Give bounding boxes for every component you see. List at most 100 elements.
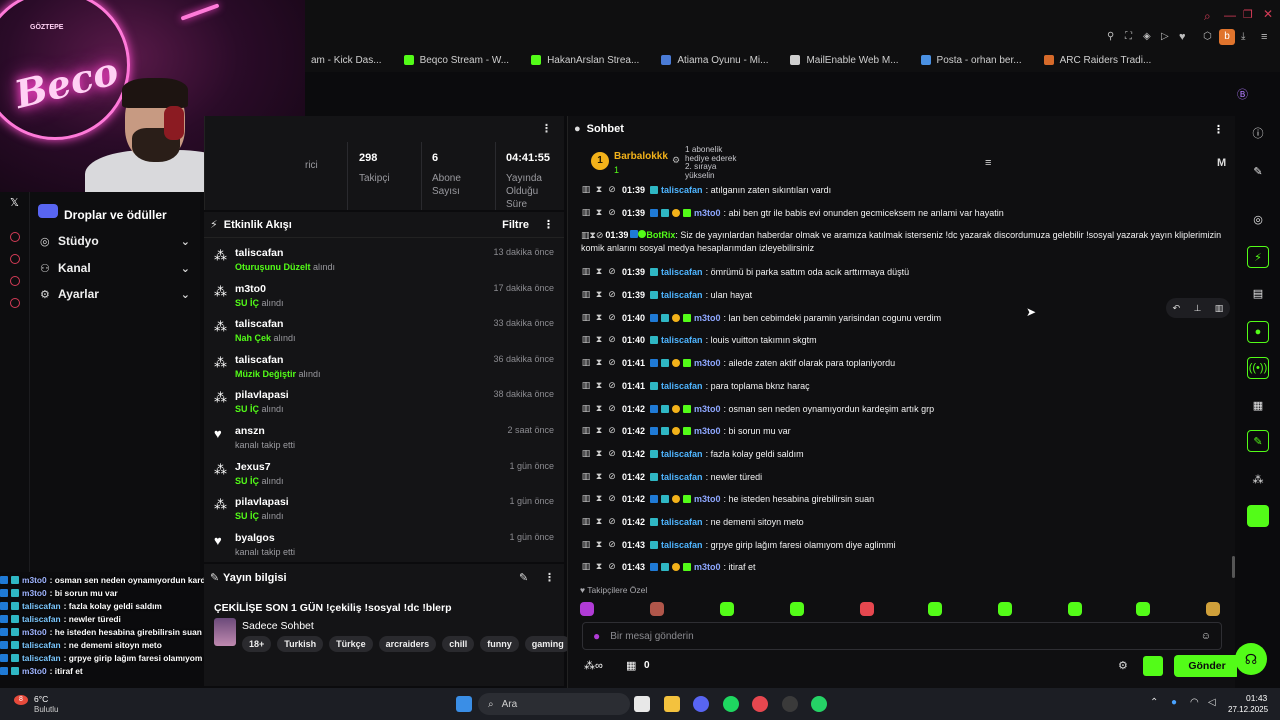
timeout-icon[interactable]: ⧗ <box>594 448 604 459</box>
feed-item[interactable]: ⁂ Jexus7 SU İÇ alındı 1 gün önce <box>214 458 554 494</box>
delete-icon[interactable]: ▥ <box>581 357 591 368</box>
tag-pill[interactable]: arcraiders <box>378 636 437 652</box>
message-user[interactable]: m3to0 <box>694 426 721 436</box>
send-button[interactable]: Gönder <box>1174 655 1240 677</box>
discord-icon[interactable] <box>693 696 709 712</box>
feed-item[interactable]: ⁂ pilavlapasi SU İÇ alındı 1 gün önce <box>214 493 554 529</box>
notes-icon[interactable]: ▤ <box>1247 282 1269 304</box>
timeout-icon[interactable]: ⧗ <box>594 380 604 391</box>
delete-icon[interactable]: ▥ <box>581 561 591 572</box>
more-icon[interactable]: ⋮ <box>1213 123 1224 136</box>
ban-icon[interactable]: ⊘ <box>607 357 617 368</box>
heart-icon[interactable]: ♥ <box>1179 31 1186 43</box>
taskview-icon[interactable] <box>634 696 650 712</box>
message-user[interactable]: m3to0 <box>694 313 721 323</box>
chat-message[interactable]: ▥ ⧗ ⊘ 01:39 m3to0: abi ben gtr ile babis evi… <box>581 207 1226 218</box>
points-icon[interactable]: ⁂∞ <box>584 659 603 672</box>
start-icon[interactable] <box>456 696 472 712</box>
delete-icon[interactable]: ▥ <box>1215 303 1224 314</box>
more-icon[interactable]: ⋮ <box>543 218 554 231</box>
store-icon[interactable]: ▦ <box>626 659 636 672</box>
search-icon[interactable]: ⌕ <box>1204 9 1211 24</box>
emote-icon[interactable] <box>1206 602 1220 616</box>
chat-scrollbar[interactable] <box>1232 556 1235 578</box>
camera-icon[interactable]: ◎ <box>1247 208 1269 230</box>
delete-icon[interactable]: ▥ <box>581 334 591 345</box>
delete-icon[interactable]: ▥ <box>581 230 590 240</box>
emote-icon[interactable] <box>1136 602 1150 616</box>
delete-icon[interactable]: ▥ <box>581 207 591 218</box>
timeout-icon[interactable]: ⧗ <box>594 493 604 504</box>
emoji-icon[interactable]: ☺ <box>1201 631 1211 642</box>
info-icon[interactable]: ⓘ <box>1247 122 1269 144</box>
menu-icon[interactable]: ≡ <box>1261 31 1267 43</box>
message-user[interactable]: taliscafan <box>661 472 703 482</box>
more-icon[interactable]: ⋮ <box>541 122 552 135</box>
timeout-icon[interactable]: ⧗ <box>594 289 604 300</box>
wrench-icon[interactable]: ✎ <box>1247 430 1269 452</box>
feed-item[interactable]: ⁂ m3to0 SU İÇ alındı 17 dakika önce <box>214 280 554 316</box>
pinned-gift-banner[interactable]: 1 Barbalokkk 1 ⚙ 1 abonelik hediye ederek… <box>588 145 1228 182</box>
sidebar-item-channel[interactable]: ⚇ Kanal ⌄ <box>40 257 190 279</box>
rail-home-icon[interactable] <box>10 232 20 242</box>
explorer-icon[interactable] <box>664 696 680 712</box>
feed-item[interactable]: ♥ anszn kanalı takip etti 2 saat önce <box>214 422 554 458</box>
delete-icon[interactable]: ▥ <box>581 266 591 277</box>
chat-message[interactable]: ▥ ⧗ ⊘ 01:43 m3to0: itiraf et <box>581 561 1226 572</box>
ban-icon[interactable]: ⊘ <box>607 207 617 218</box>
ban-icon[interactable]: ⊘ <box>607 403 617 414</box>
chat-input[interactable]: ● Bir mesaj gönderin ☺ <box>582 622 1222 650</box>
rail-history-icon[interactable] <box>10 254 20 264</box>
ban-icon[interactable]: ⊘ <box>607 334 617 345</box>
obs-icon[interactable] <box>782 696 798 712</box>
tag-pill[interactable]: Turkish <box>277 636 324 652</box>
ban-icon[interactable]: ⊘ <box>607 184 617 195</box>
emote-icon[interactable] <box>1068 602 1082 616</box>
more-icon[interactable]: ⋮ <box>544 571 555 584</box>
whatsapp-icon[interactable] <box>811 696 827 712</box>
close-icon[interactable]: ✕ <box>1263 7 1273 21</box>
chat-message[interactable]: ▥ ⧗ ⊘ 01:42 taliscafan: newler türedi <box>581 471 1226 482</box>
message-user[interactable]: taliscafan <box>661 540 703 550</box>
timeout-icon[interactable]: ⧗ <box>594 207 604 218</box>
timeout-icon[interactable]: ⧗ <box>594 516 604 527</box>
extensions-icon[interactable]: ⬡ <box>1203 31 1212 42</box>
feed-item[interactable]: ♥ byalgos kanalı takip etti 1 gün önce <box>214 529 554 562</box>
filter-button[interactable]: Filtre <box>502 219 529 231</box>
delete-icon[interactable]: ▥ <box>581 380 591 391</box>
ban-icon[interactable]: ⊘ <box>607 539 617 550</box>
bookmark-item[interactable]: am - Kick Das... <box>295 55 382 66</box>
bookmark-item[interactable]: Posta - orhan ber... <box>920 55 1022 66</box>
download-icon[interactable]: ⤓ <box>1241 31 1245 42</box>
delete-icon[interactable]: ▥ <box>581 425 591 436</box>
spotify-icon[interactable] <box>723 696 739 712</box>
chat-message[interactable]: ▥ ⧗ ⊘ 01:42 m3to0: he isteden hesabina gireb… <box>581 493 1226 504</box>
tray-arrow-icon[interactable]: ⌃ <box>1150 697 1158 708</box>
bookmark-item[interactable]: HakanArslan Strea... <box>531 55 639 66</box>
edit-icon[interactable]: ✎ <box>519 571 528 584</box>
ban-icon[interactable]: ⊘ <box>607 493 617 504</box>
timeout-icon[interactable]: ⧗ <box>594 184 604 195</box>
layout-icon[interactable]: ▦ <box>1247 394 1269 416</box>
tag-pill[interactable]: chill <box>442 636 475 652</box>
message-user[interactable]: m3to0 <box>694 494 721 504</box>
chat-message[interactable]: ▥ ⧗ ⊘ 01:41 taliscafan: para toplama bknz ha… <box>581 380 1226 391</box>
chat-message[interactable]: ▥ ⧗ ⊘ 01:41 m3to0: ailede zaten aktif olarak… <box>581 357 1226 368</box>
timeout-icon[interactable]: ⧗ <box>594 334 604 345</box>
tag-pill[interactable]: Türkçe <box>329 636 373 652</box>
bookmark-icon[interactable]: ⚲ <box>1107 31 1114 42</box>
sidebar-item-settings[interactable]: ⚙ Ayarlar ⌄ <box>40 283 190 305</box>
timeout-icon[interactable]: ⧗ <box>594 403 604 414</box>
chat-message[interactable]: ▥ ⧗ ⊘ 01:42 taliscafan: fazla kolay geldi sa… <box>581 448 1226 459</box>
minimize-icon[interactable]: — <box>1224 8 1236 22</box>
broadcast-icon[interactable]: ((•)) <box>1247 357 1269 379</box>
ban-icon[interactable]: ⊘ <box>607 380 617 391</box>
delete-icon[interactable]: ▥ <box>581 184 591 195</box>
timeout-icon[interactable]: ⧗ <box>594 561 604 572</box>
filter-lines-icon[interactable]: ≡ <box>985 157 991 169</box>
ban-icon[interactable]: ⊘ <box>596 230 604 240</box>
drops-label[interactable]: Droplar ve ödüller <box>64 208 167 222</box>
emote-icon[interactable] <box>998 602 1012 616</box>
rail-settings-icon[interactable] <box>10 298 20 308</box>
message-user[interactable]: m3to0 <box>694 208 721 218</box>
